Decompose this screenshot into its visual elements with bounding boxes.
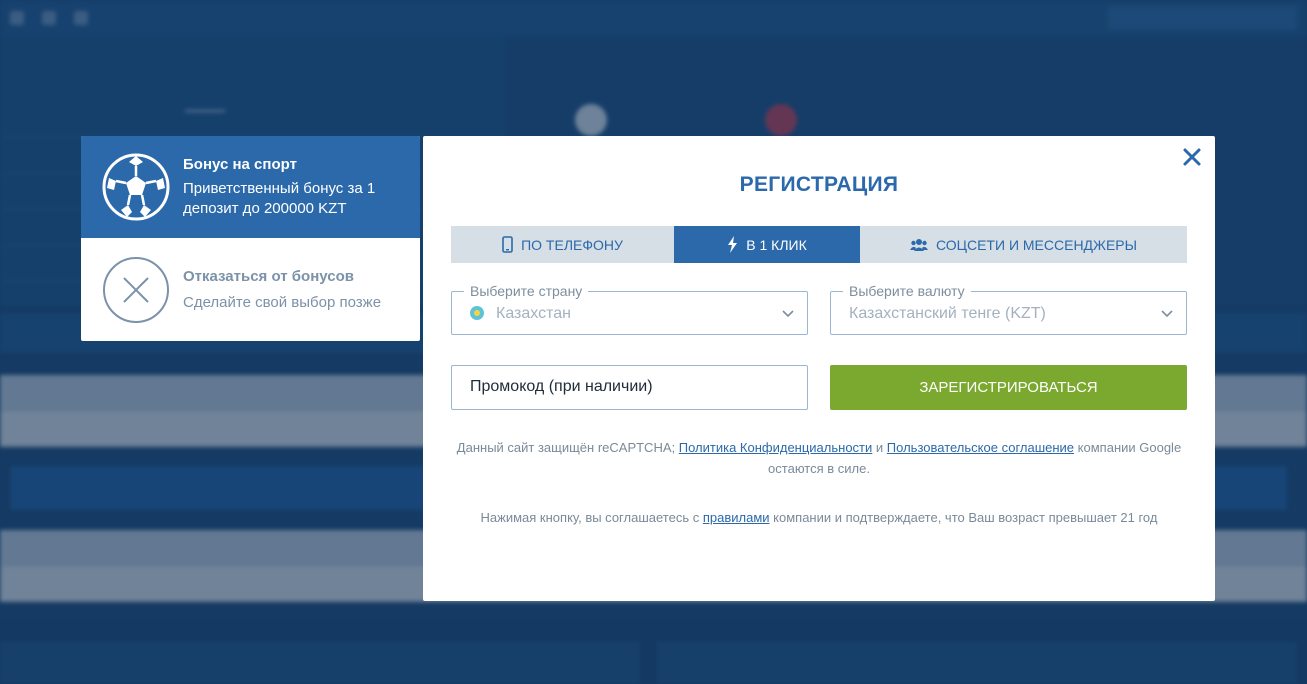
bonus-sport-option[interactable]: Бонус на спорт Приветственный бонус за 1…: [81, 136, 420, 238]
lightning-icon: [728, 236, 738, 253]
phone-icon: [502, 236, 513, 253]
tab-social-label: СОЦСЕТИ И МЕССЕНДЖЕРЫ: [935, 236, 1138, 253]
recaptcha-notice: Данный сайт защищён reCAPTCHA; Политика …: [451, 437, 1187, 479]
close-circle-icon: [103, 256, 169, 323]
bonus-sport-text: Приветственный бонус за 1 депозит до 200…: [183, 180, 376, 217]
registration-modal: РЕГИСТРАЦИЯ ПО ТЕЛЕФОНУ В 1 КЛИК СОЦСЕТИ…: [423, 136, 1215, 601]
kazakhstan-flag-icon: [470, 306, 484, 320]
tab-social[interactable]: СОЦСЕТИ И МЕССЕНДЖЕРЫ: [860, 226, 1187, 263]
agreement-notice: Нажимая кнопку, вы соглашаетесь с правил…: [451, 507, 1187, 528]
soccer-ball-icon: [102, 153, 170, 221]
country-select-label: Выберите страну: [464, 283, 589, 299]
bonus-decline-title: Отказаться от бонусов: [183, 267, 354, 285]
country-select-value: Казахстан: [496, 305, 571, 322]
modal-title: РЕГИСТРАЦИЯ: [739, 173, 899, 196]
registration-tabs: ПО ТЕЛЕФОНУ В 1 КЛИК СОЦСЕТИ И МЕССЕНДЖЕ…: [451, 226, 1187, 263]
register-button[interactable]: ЗАРЕГИСТРИРОВАТЬСЯ: [830, 365, 1187, 410]
currency-select-value: Казахстанский тенге (KZT): [849, 305, 1046, 322]
tab-one-click[interactable]: В 1 КЛИК: [674, 226, 860, 263]
tab-phone-label: ПО ТЕЛЕФОНУ: [521, 236, 623, 253]
privacy-policy-link[interactable]: Политика Конфиденциальности: [679, 440, 873, 455]
rules-link[interactable]: правилами: [703, 510, 770, 525]
country-select[interactable]: Выберите страну Казахстан: [451, 283, 808, 335]
promo-code-input[interactable]: Промокод (при наличии): [451, 365, 808, 410]
tab-phone[interactable]: ПО ТЕЛЕФОНУ: [451, 226, 674, 263]
currency-select-label: Выберите валюту: [843, 283, 971, 299]
recaptcha-prefix: Данный сайт защищён reCAPTCHA;: [456, 440, 676, 455]
terms-link[interactable]: Пользовательское соглашение: [887, 440, 1074, 455]
bonus-panel: Бонус на спорт Приветственный бонус за 1…: [81, 136, 420, 341]
chevron-down-icon: [1161, 310, 1173, 318]
bonus-decline-option[interactable]: Отказаться от бонусов Сделайте свой выбо…: [81, 238, 420, 341]
close-icon[interactable]: [1181, 146, 1203, 168]
agreement-prefix: Нажимая кнопку, вы соглашаетесь с: [480, 510, 700, 525]
bonus-decline-text: Сделайте свой выбор позже: [183, 293, 382, 311]
users-icon: [909, 238, 928, 251]
recaptcha-and: и: [875, 440, 884, 455]
agreement-suffix: компании и подтверждаете, что Ваш возрас…: [773, 510, 1158, 525]
tab-one-click-label: В 1 КЛИК: [746, 236, 807, 253]
chevron-down-icon: [782, 310, 794, 318]
currency-select[interactable]: Выберите валюту Казахстанский тенге (KZT…: [830, 283, 1187, 335]
bonus-sport-title: Бонус на спорт: [183, 156, 297, 173]
